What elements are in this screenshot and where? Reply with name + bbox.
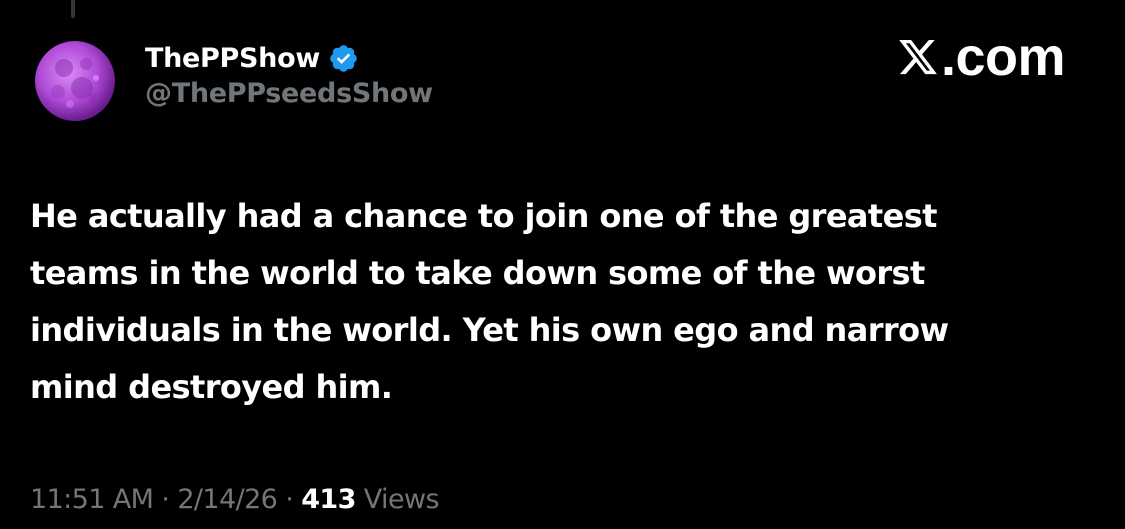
author-handle[interactable]: @ThePPseedsShow	[145, 78, 433, 109]
avatar[interactable]	[34, 40, 116, 122]
thread-connector-line	[71, 0, 75, 18]
tweet-body-text: He actually had a chance to join one of …	[30, 197, 949, 406]
separator-dot: ·	[285, 484, 294, 515]
tweet-metadata: 11:51 AM · 2/14/26 · 413 Views	[30, 484, 440, 515]
author-name-row: ThePPShow	[145, 38, 433, 78]
author-display-name[interactable]: ThePPShow	[145, 43, 320, 74]
moon-avatar-image	[34, 40, 116, 122]
tweet-time[interactable]: 11:51 AM	[30, 484, 154, 515]
x-com-watermark: .com	[897, 27, 1066, 87]
tweet-date[interactable]: 2/14/26	[177, 484, 277, 515]
views-count[interactable]: 413	[301, 484, 356, 515]
separator-dot: ·	[161, 484, 170, 515]
verified-badge-icon	[328, 43, 359, 74]
tweet-author-header: ThePPShow @ThePPseedsShow	[145, 38, 433, 110]
views-label: Views	[363, 484, 440, 515]
x-logo-icon	[897, 36, 939, 78]
brand-domain-text: .com	[940, 27, 1066, 87]
